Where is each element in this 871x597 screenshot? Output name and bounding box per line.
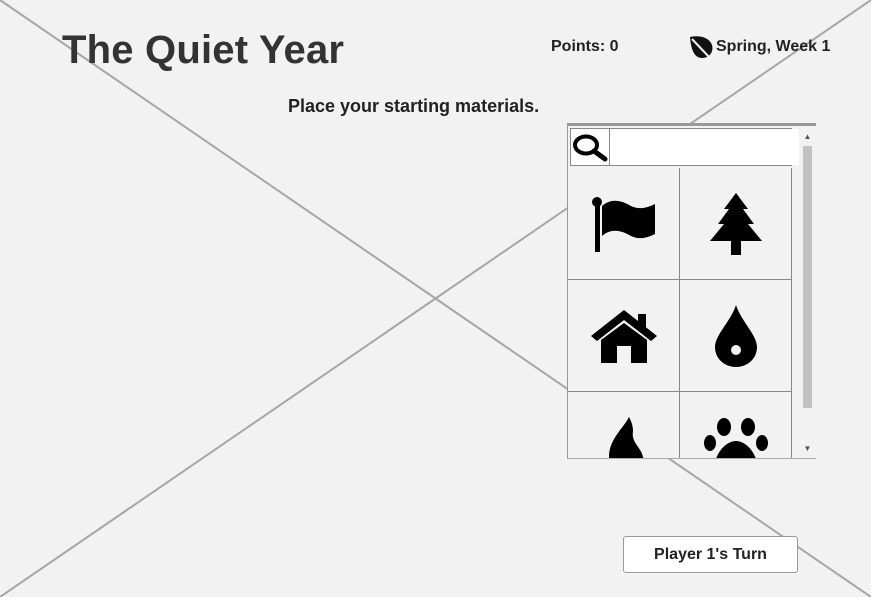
paw-icon	[703, 417, 768, 458]
material-item-tree[interactable]	[680, 168, 792, 280]
material-item-house[interactable]	[568, 280, 680, 392]
materials-picker: ▲ ▼	[567, 123, 816, 459]
leaf-icon	[690, 36, 713, 59]
material-item-fire[interactable]	[568, 392, 680, 458]
fire-icon	[608, 416, 643, 458]
search-input[interactable]	[610, 129, 803, 165]
season-label: Spring, Week 1	[716, 38, 831, 55]
water-drop-icon	[714, 304, 757, 367]
search-icon	[573, 134, 608, 162]
instruction-text: Place your starting materials.	[288, 96, 540, 116]
search-bar	[570, 128, 803, 166]
scroll-up-arrow-icon[interactable]: ▲	[799, 128, 816, 144]
material-item-water[interactable]	[680, 280, 792, 392]
house-icon	[590, 309, 657, 363]
tree-icon	[709, 192, 762, 255]
season-indicator: Spring, Week 1	[687, 33, 830, 61]
scroll-down-arrow-icon[interactable]: ▼	[799, 440, 816, 456]
picker-scrollbar[interactable]: ▲ ▼	[799, 126, 816, 458]
flag-icon	[591, 196, 655, 252]
scroll-thumb[interactable]	[803, 146, 812, 408]
page-title: The Quiet Year	[62, 28, 345, 72]
points-counter: Points: 0	[551, 38, 619, 55]
material-item-flag[interactable]	[568, 168, 680, 280]
player-turn-button[interactable]: Player 1's Turn	[623, 536, 798, 573]
material-item-paw[interactable]	[680, 392, 792, 458]
search-button[interactable]	[571, 129, 610, 165]
